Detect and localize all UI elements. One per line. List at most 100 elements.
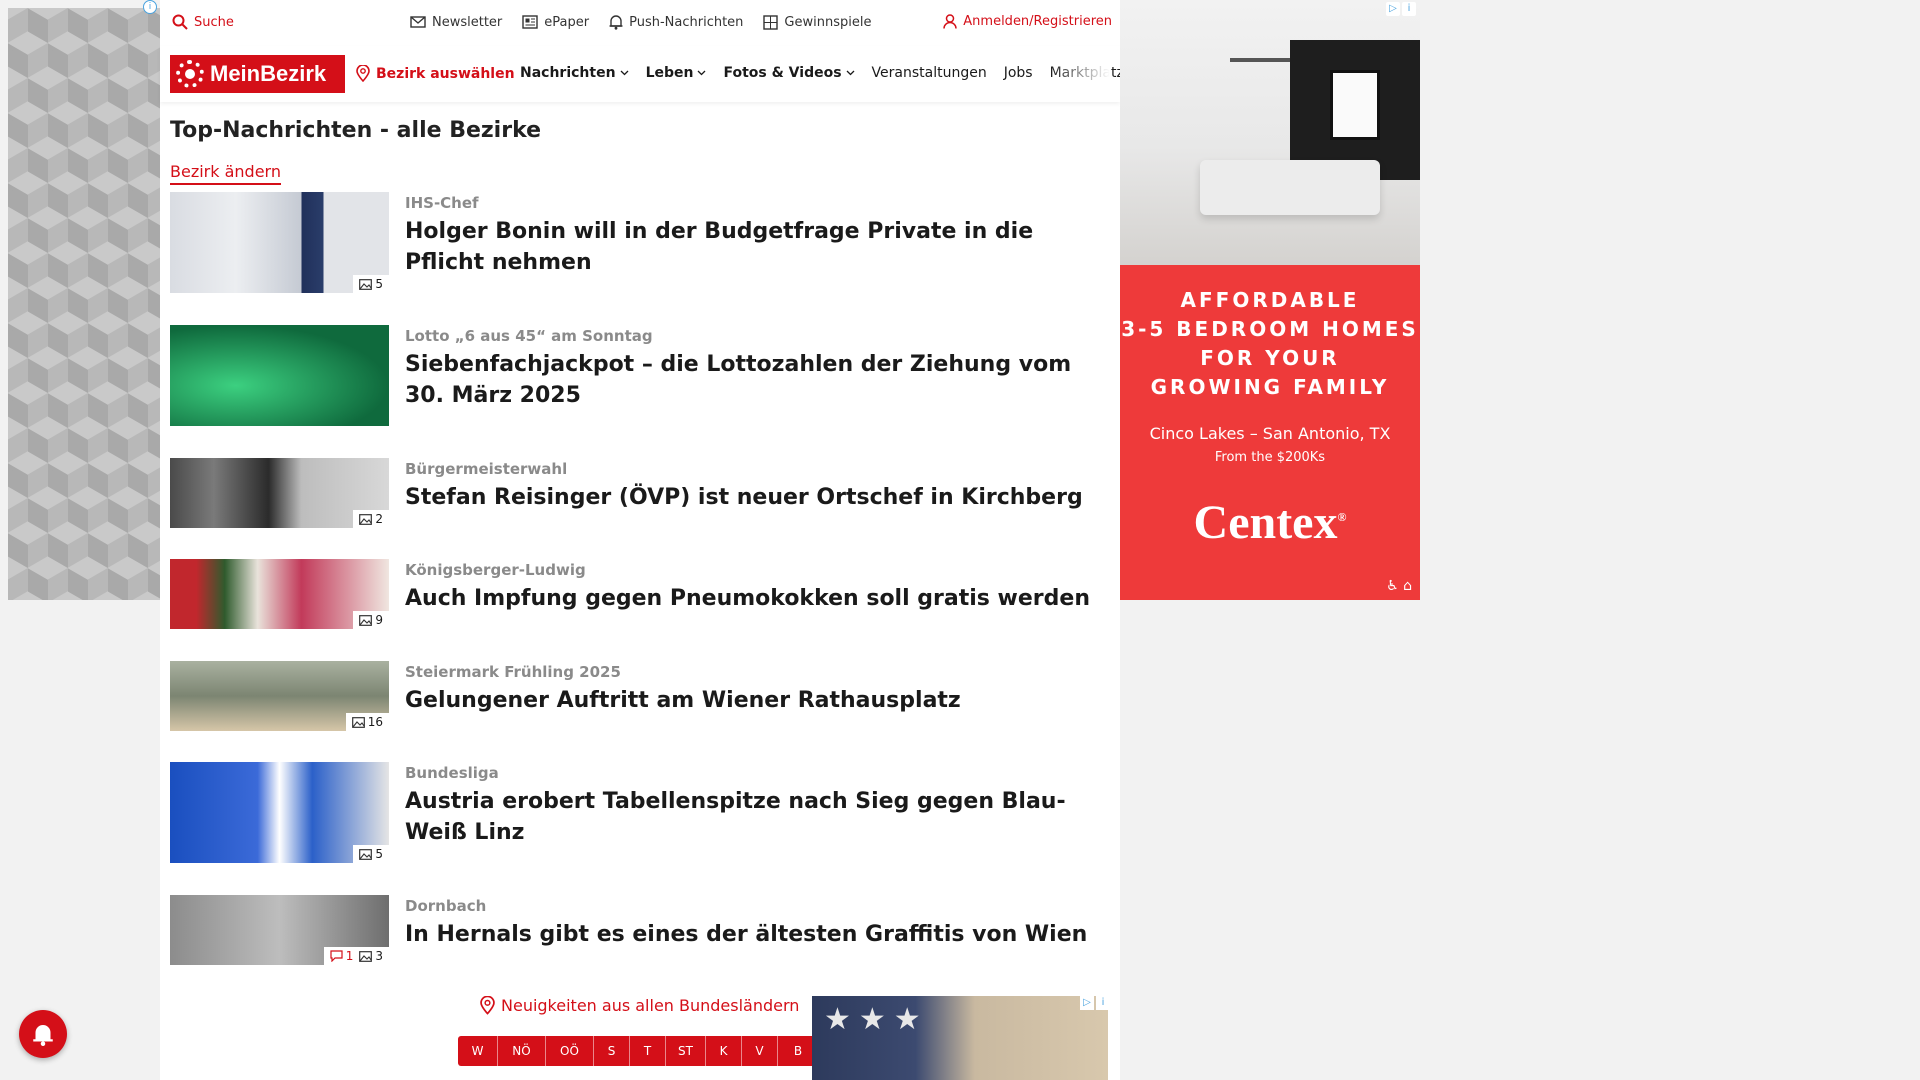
- article-text: Bürgermeisterwahl Stefan Reisinger (ÖVP)…: [405, 458, 1083, 528]
- article-thumbnail[interactable]: 1 3: [170, 895, 389, 965]
- photo-count-value: 5: [375, 277, 383, 291]
- article-item[interactable]: 1 3 Dornbach In Hernals gibt es eines de…: [170, 895, 1110, 965]
- ad-info-icon[interactable]: i: [1096, 996, 1110, 1010]
- comment-count-value: 1: [345, 949, 354, 963]
- photo-count-value: 2: [375, 512, 383, 526]
- article-kicker: IHS-Chef: [405, 194, 479, 212]
- article-item[interactable]: 9 Königsberger-Ludwig Auch Impfung gegen…: [170, 559, 1110, 629]
- photo-count-value: 3: [375, 949, 383, 963]
- image-icon: [351, 716, 365, 728]
- chevron-down-icon: [698, 70, 706, 76]
- media-badge: 5: [353, 275, 389, 293]
- chevron-down-icon: [620, 70, 629, 76]
- article-item[interactable]: 5 IHS-Chef Holger Bonin will in der Budg…: [170, 192, 1110, 293]
- nav-item-label: Leben: [645, 65, 694, 81]
- state-button-s[interactable]: S: [594, 1036, 630, 1066]
- bell-icon: [609, 15, 623, 30]
- article-headline[interactable]: Siebenfachjackpot – die Lottozahlen der …: [405, 349, 1110, 411]
- right-ad-banner[interactable]: AFFORDABLE 3-5 BEDROOM HOMES FOR YOUR GR…: [1120, 0, 1420, 600]
- all-states-news-label: Neuigkeiten aus allen Bundesländern: [501, 996, 800, 1015]
- utility-links: Newsletter ePaper Push-Nachrichten Gewin…: [410, 14, 871, 30]
- article-item[interactable]: 2 Bürgermeisterwahl Stefan Reisinger (ÖV…: [170, 458, 1110, 528]
- all-states-news-link[interactable]: Neuigkeiten aus allen Bundesländern: [480, 996, 799, 1015]
- main-navigation: MeinBezirk Bezirk auswählen Nachrichten …: [160, 46, 1124, 102]
- ad-brand-logo: Centex®: [1120, 495, 1420, 550]
- article-thumbnail[interactable]: 2: [170, 458, 389, 528]
- ad-living-room-image: [1120, 0, 1420, 265]
- article-headline[interactable]: Stefan Reisinger (ÖVP) ist neuer Ortsche…: [405, 482, 1083, 513]
- epaper-label: ePaper: [544, 14, 590, 30]
- push-notifications-link[interactable]: Push-Nachrichten: [609, 14, 743, 30]
- image-icon: [359, 513, 373, 525]
- photo-count-value: 16: [367, 715, 383, 729]
- notification-bell-button[interactable]: [19, 1010, 67, 1058]
- image-icon: [359, 614, 373, 626]
- bezirk-select-label: Bezirk auswählen: [376, 65, 515, 82]
- nav-item-leben[interactable]: Leben: [646, 65, 707, 81]
- gift-icon: [763, 14, 779, 30]
- state-button-k[interactable]: K: [706, 1036, 742, 1066]
- meinbezirk-logo[interactable]: MeinBezirk: [170, 55, 345, 93]
- state-button-t[interactable]: T: [630, 1036, 666, 1066]
- comment-count[interactable]: 1: [330, 949, 354, 963]
- login-label: Anmelden/Registrieren: [963, 14, 1112, 29]
- sofa-image: [1200, 160, 1380, 215]
- bottom-ad[interactable]: ★★★: [812, 996, 1108, 1080]
- article-item[interactable]: 5 Bundesliga Austria erobert Tabellenspi…: [170, 762, 1110, 863]
- accessibility-housing-icons: ♿ ⌂: [1386, 578, 1412, 594]
- article-text: Dornbach In Hernals gibt es eines der äl…: [405, 895, 1087, 965]
- state-button-w[interactable]: W: [458, 1036, 498, 1066]
- search-button[interactable]: Suche: [172, 14, 234, 30]
- article-kicker: Bürgermeisterwahl: [405, 460, 568, 478]
- contests-link[interactable]: Gewinnspiele: [763, 14, 871, 30]
- adchoices-icon[interactable]: ▷: [1386, 2, 1400, 16]
- ad-headline-line: GROWING FAMILY: [1150, 375, 1390, 399]
- ad-info-icon[interactable]: i: [1402, 2, 1416, 16]
- change-bezirk-link[interactable]: Bezirk ändern: [170, 162, 281, 185]
- photo-count-value: 9: [375, 613, 383, 627]
- logo-flower-icon: [176, 60, 204, 88]
- nav-item-label: Fotos & Videos: [723, 65, 842, 81]
- article-headline[interactable]: Gelungener Auftritt am Wiener Rathauspla…: [405, 685, 961, 716]
- comment-icon: [330, 950, 343, 962]
- nav-item-nachrichten[interactable]: Nachrichten: [520, 65, 629, 81]
- article-thumbnail[interactable]: 5: [170, 762, 389, 863]
- bezirk-select-button[interactable]: Bezirk auswählen: [356, 65, 515, 82]
- article-thumbnail[interactable]: 5: [170, 192, 389, 293]
- media-badge: 2: [353, 510, 389, 528]
- adchoices-icon[interactable]: ▷: [1080, 996, 1094, 1010]
- media-badge: 9: [353, 611, 389, 629]
- article-headline[interactable]: Austria erobert Tabellenspitze nach Sieg…: [405, 786, 1110, 848]
- newsletter-link[interactable]: Newsletter: [410, 14, 502, 30]
- newspaper-icon: [522, 15, 538, 29]
- article-thumbnail[interactable]: 9: [170, 559, 389, 629]
- photo-count-value: 5: [375, 847, 383, 861]
- article-headline[interactable]: In Hernals gibt es eines der ältesten Gr…: [405, 919, 1087, 950]
- article-text: Königsberger-Ludwig Auch Impfung gegen P…: [405, 559, 1090, 629]
- article-thumbnail[interactable]: [170, 325, 389, 426]
- search-icon: [172, 14, 188, 30]
- ad-price: From the $200Ks: [1214, 450, 1326, 465]
- login-register-link[interactable]: Anmelden/Registrieren: [943, 14, 1112, 29]
- state-button-st[interactable]: ST: [666, 1036, 706, 1066]
- article-item[interactable]: Lotto „6 aus 45“ am Sonntag Siebenfachja…: [170, 325, 1110, 426]
- ad-info-icon[interactable]: i: [143, 0, 157, 14]
- article-thumbnail[interactable]: 16: [170, 661, 389, 731]
- left-skin-ad[interactable]: [8, 8, 160, 600]
- article-item[interactable]: 16 Steiermark Frühling 2025 Gelungener A…: [170, 661, 1110, 731]
- article-text: Bundesliga Austria erobert Tabellenspitz…: [405, 762, 1110, 863]
- state-button-v[interactable]: V: [742, 1036, 778, 1066]
- nav-item-veranstaltungen[interactable]: Veranstaltungen: [872, 65, 987, 81]
- main-column: Suche Newsletter ePaper Push-Nachrichten…: [160, 0, 1124, 1080]
- push-notifications-label: Push-Nachrichten: [629, 14, 744, 30]
- epaper-link[interactable]: ePaper: [522, 14, 589, 30]
- image-icon: [359, 848, 373, 860]
- article-headline[interactable]: Holger Bonin will in der Budgetfrage Pri…: [405, 216, 1110, 278]
- article-headline[interactable]: Auch Impfung gegen Pneumokokken soll gra…: [405, 583, 1090, 614]
- location-pin-icon: [356, 65, 370, 82]
- nav-item-fotos-videos[interactable]: Fotos & Videos: [723, 65, 855, 81]
- nav-item-jobs[interactable]: Jobs: [1004, 65, 1033, 81]
- state-button-ooe[interactable]: OÖ: [546, 1036, 594, 1066]
- mail-icon: [410, 16, 426, 28]
- state-button-noe[interactable]: NÖ: [498, 1036, 546, 1066]
